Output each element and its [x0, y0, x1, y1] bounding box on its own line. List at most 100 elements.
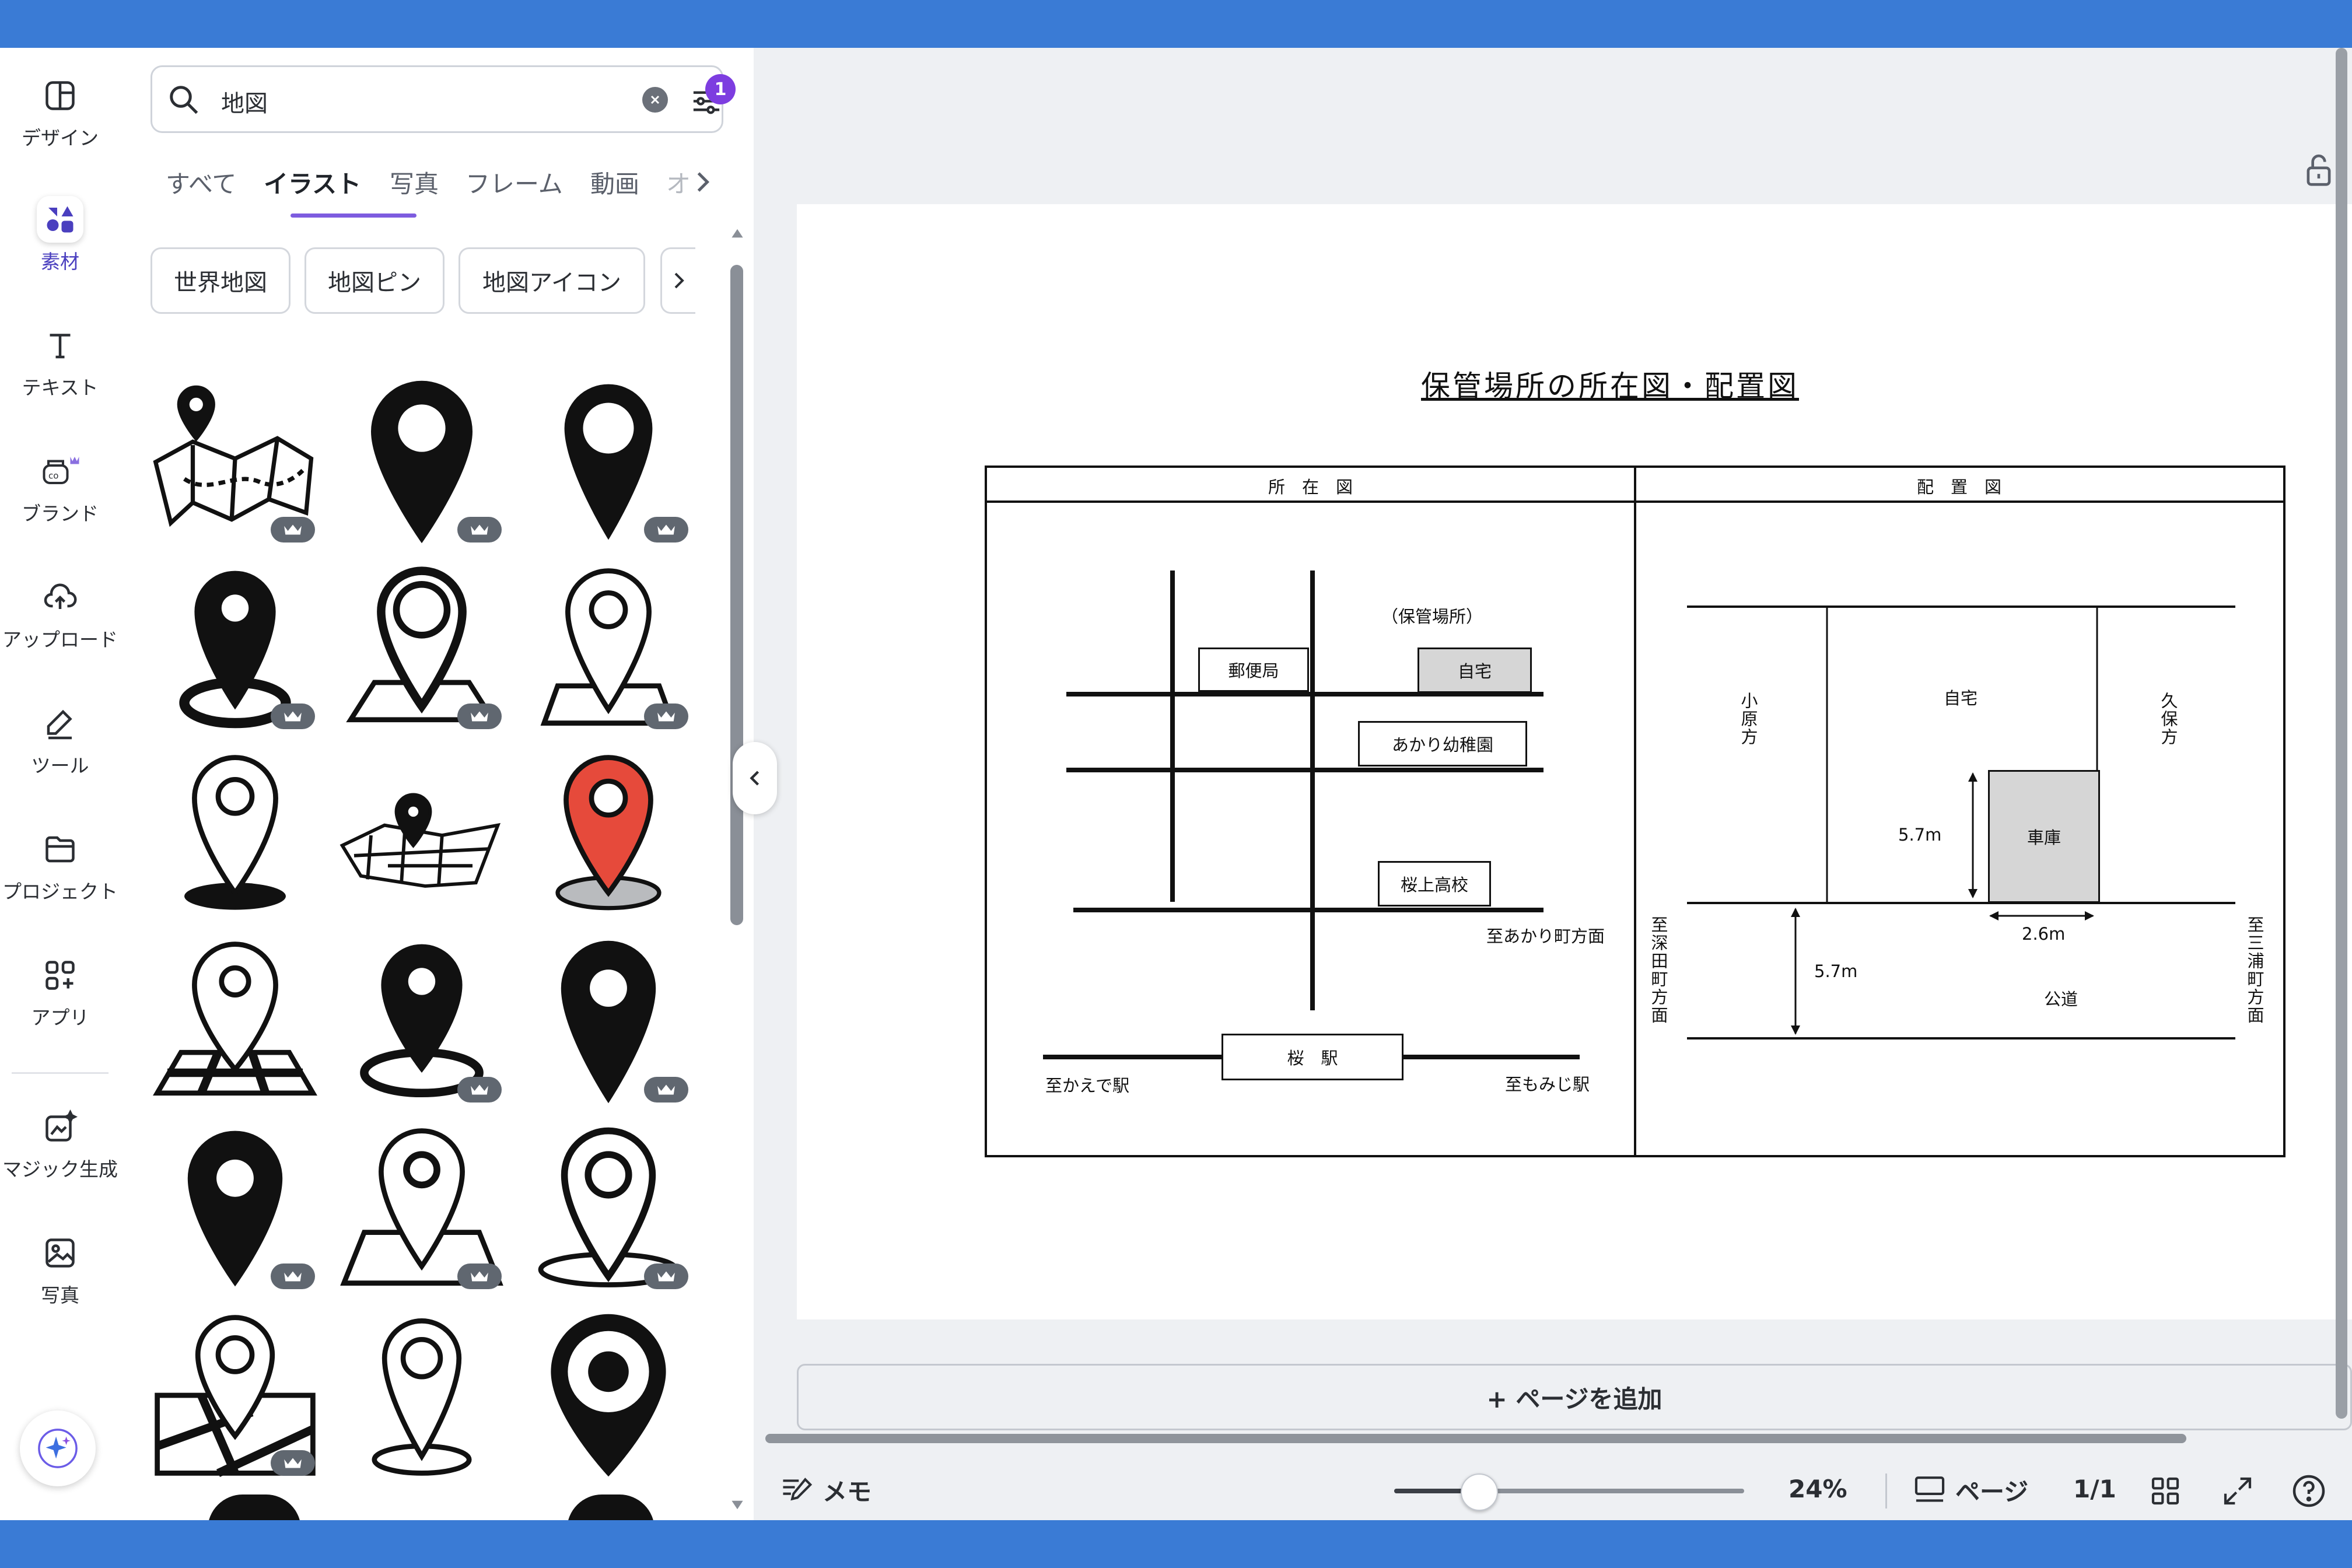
tab-illustration[interactable]: イラスト — [264, 164, 361, 200]
rail-divider — [12, 1072, 108, 1074]
filter-button[interactable]: 1 — [689, 74, 736, 118]
kindergarten-box: あかり幼稚園 — [1358, 721, 1527, 766]
text-icon — [37, 322, 83, 369]
tab-all[interactable]: すべて — [166, 164, 236, 200]
diagram-frame: 所 在 図 配 置 図 （保管場所） 郵便局 自宅 あかり幼稚園 桜上高校 桜 … — [985, 466, 2286, 1157]
garage-box: 車庫 — [1988, 770, 2100, 903]
notes-button[interactable]: メモ — [780, 1471, 872, 1508]
map-pin-illustration[interactable] — [337, 561, 506, 736]
rail-item-upload[interactable]: アップロード — [0, 574, 120, 652]
clear-search-button[interactable] — [642, 87, 668, 113]
zoom-slider-thumb[interactable] — [1461, 1474, 1498, 1511]
to-kaede-label: 至かえで駅 — [1045, 1076, 1130, 1096]
premium-crown-icon — [457, 704, 502, 729]
rail-item-projects[interactable]: プロジェクト — [0, 826, 120, 904]
svg-text:co: co — [48, 471, 58, 481]
chip-map-icon[interactable]: 地図アイコン — [459, 247, 645, 314]
grid-view-icon[interactable] — [2149, 1475, 2182, 1507]
design-page[interactable]: 保管場所の所在図・配置図 所 在 図 配 置 図 （保管場所） 郵便局 自宅 あ… — [797, 204, 2352, 1320]
premium-crown-icon — [271, 704, 315, 729]
rail-label: ツール — [31, 754, 89, 777]
map-pin-illustration[interactable] — [524, 561, 693, 736]
fullscreen-icon[interactable] — [2221, 1475, 2254, 1507]
rail-label: 素材 — [41, 250, 79, 273]
right-neighbor-label: 久保方 — [2158, 692, 2178, 746]
home-box: 自宅 — [1418, 648, 1532, 693]
premium-crown-icon — [457, 1264, 502, 1289]
post-office-box: 郵便局 — [1198, 648, 1309, 692]
map-pin-illustration[interactable] — [150, 1121, 320, 1296]
map-pin-illustration[interactable] — [337, 1121, 506, 1296]
map-pin-illustration[interactable] — [150, 561, 320, 736]
rail-item-brand[interactable]: co ブランド — [0, 448, 120, 526]
canvas-horizontal-scrollbar[interactable] — [765, 1434, 2186, 1443]
premium-crown-icon — [271, 1450, 315, 1476]
help-icon[interactable] — [2291, 1474, 2326, 1508]
map-pin-illustration[interactable] — [567, 1494, 654, 1520]
add-page-button[interactable]: + ページを追加 — [797, 1364, 2352, 1430]
lock-icon[interactable] — [2303, 153, 2334, 189]
tab-video[interactable]: 動画 — [590, 164, 639, 200]
map-pin-illustration[interactable] — [208, 1494, 301, 1520]
map-pin-illustration[interactable] — [337, 748, 506, 923]
notes-icon — [783, 1478, 813, 1501]
map-pin-illustration[interactable] — [524, 748, 693, 923]
chip-map-pin[interactable]: 地図ピン — [304, 247, 444, 314]
notes-label: メモ — [822, 1477, 872, 1506]
zoom-slider[interactable] — [1394, 1474, 1744, 1511]
elements-icon — [37, 196, 83, 243]
tab-more[interactable]: オ — [666, 164, 691, 200]
zoom-level[interactable]: 24% — [1788, 1475, 1847, 1503]
photo-icon — [37, 1230, 83, 1276]
tab-photo[interactable]: 写真 — [390, 164, 439, 200]
bottom-bar — [0, 1520, 2352, 1568]
map-pin-illustration[interactable] — [524, 374, 693, 550]
to-right-label: 至三浦町方面 — [2245, 916, 2264, 1024]
chevron-right-icon — [674, 272, 684, 289]
apps-icon — [37, 952, 83, 999]
chevron-right-icon[interactable] — [694, 170, 712, 194]
chips-next-button[interactable] — [660, 247, 695, 314]
highschool-box: 桜上高校 — [1378, 861, 1491, 907]
folder-icon — [37, 826, 83, 873]
left-neighbor-label: 小原方 — [1738, 692, 1758, 746]
panel-scrollbar[interactable] — [730, 265, 743, 925]
map-pin-illustration[interactable] — [337, 374, 506, 550]
map-pin-illustration[interactable] — [337, 1308, 506, 1483]
scroll-down-icon[interactable] — [730, 1498, 744, 1512]
pages-button[interactable]: ページ — [1912, 1471, 2028, 1508]
map-pin-illustration[interactable] — [337, 935, 506, 1110]
draw-icon — [37, 700, 83, 747]
map-pin-illustration[interactable] — [524, 1308, 693, 1483]
rail-item-magic-media[interactable]: マジック生成 — [0, 1104, 120, 1182]
to-left-label: 至深田町方面 — [1648, 916, 1668, 1024]
map-pin-illustration[interactable] — [150, 748, 320, 923]
search-box[interactable]: 地図 1 — [150, 65, 736, 133]
map-pin-illustration[interactable] — [150, 1308, 320, 1483]
rail-item-photos[interactable]: 写真 — [0, 1230, 120, 1308]
rail-label: テキスト — [22, 376, 99, 399]
close-icon — [650, 95, 660, 104]
magic-media-icon — [37, 1104, 83, 1150]
search-input[interactable]: 地図 — [221, 85, 268, 118]
scroll-up-icon[interactable] — [730, 226, 744, 240]
collapse-panel-button[interactable] — [733, 742, 777, 814]
chip-world-map[interactable]: 世界地図 — [150, 247, 290, 314]
editor-app: デザイン 素材 テキスト co ブランド アップロード ツール プロジェクト ア — [0, 48, 2352, 1520]
tab-underline — [290, 214, 416, 218]
rail-item-text[interactable]: テキスト — [0, 322, 120, 400]
rail-item-design[interactable]: デザイン — [0, 72, 120, 150]
map-pin-illustration[interactable] — [524, 935, 693, 1110]
dim-road-label: 5.7m — [1814, 961, 1858, 981]
map-pin-illustration[interactable] — [150, 374, 320, 550]
magic-assistant-button[interactable] — [20, 1410, 96, 1486]
map-pin-illustration[interactable] — [150, 935, 320, 1110]
canvas-vertical-scrollbar[interactable] — [2336, 48, 2347, 1419]
rail-item-tools[interactable]: ツール — [0, 700, 120, 778]
rail-item-apps[interactable]: アプリ — [0, 952, 120, 1030]
top-bar — [0, 0, 2352, 48]
to-akari-label: 至あかり町方面 — [1486, 926, 1605, 946]
tab-frame[interactable]: フレーム — [466, 164, 563, 200]
rail-item-elements[interactable]: 素材 — [0, 196, 120, 274]
map-pin-illustration[interactable] — [524, 1121, 693, 1296]
